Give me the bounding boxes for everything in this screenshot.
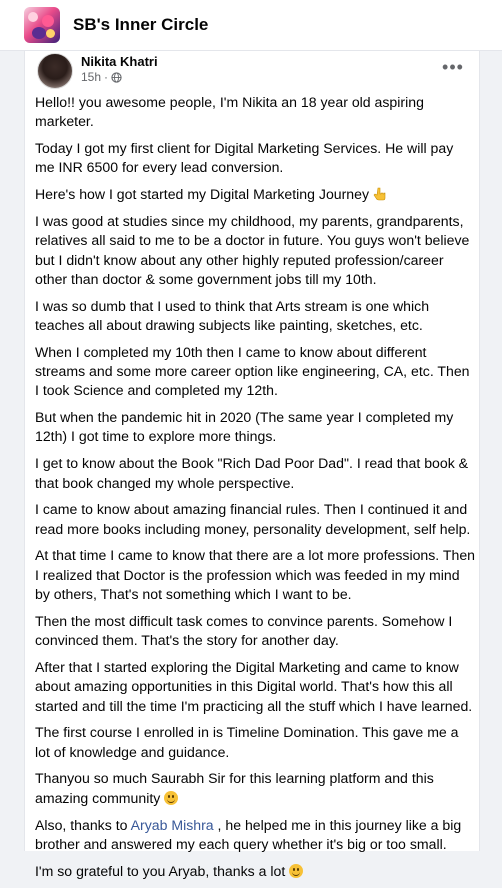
post-header: Nikita Khatri 15h · ••• (37, 53, 467, 89)
post-paragraph: The first course I enrolled in is Timeli… (35, 724, 459, 760)
post-paragraph: I came to know about amazing financial r… (35, 501, 471, 537)
post-time[interactable]: 15h (81, 70, 101, 84)
smiling-face-icon (164, 790, 179, 805)
post-paragraph: I was so dumb that I used to think that … (35, 297, 430, 333)
post-paragraph: I get to know about the Book "Rich Dad P… (35, 455, 469, 491)
globe-icon (111, 71, 122, 83)
group-header: SB's Inner Circle (0, 0, 502, 51)
post-paragraph: Here's how I got started my Digital Mark… (35, 185, 475, 204)
author-name[interactable]: Nikita Khatri (81, 54, 158, 69)
post-paragraph: I was good at studies since my childhood… (35, 212, 470, 287)
post-paragraph: But when the pandemic hit in 2020 (The s… (35, 409, 454, 445)
post-paragraph: Today I got my first client for Digital … (35, 140, 454, 176)
more-options-button[interactable]: ••• (439, 57, 467, 77)
pointing-down-hand-icon (373, 187, 386, 201)
post-paragraph: After that I started exploring the Digit… (35, 658, 473, 714)
post-paragraph: Then the most difficult task comes to co… (35, 612, 453, 649)
post-paragraph: Also, thanks to Aryab Mishra , he helped… (35, 816, 462, 852)
post-body: Hello!! you awesome people, I'm Nikita a… (35, 93, 475, 888)
more-options-icon: ••• (442, 56, 464, 77)
post-paragraph: Thanyou so much Saurabh Sir for this lea… (35, 770, 434, 806)
post-paragraph: At that time I came to know that there a… (35, 547, 475, 603)
smiling-face-icon (289, 863, 304, 878)
post-paragraph: I'm so grateful to you Aryab, thanks a l… (35, 862, 475, 881)
post-card: Nikita Khatri 15h · ••• Hello!! you awes… (24, 51, 480, 879)
group-avatar[interactable] (24, 7, 60, 43)
group-title[interactable]: SB's Inner Circle (73, 15, 208, 35)
post-paragraph: Hello!! you awesome people, I'm Nikita a… (35, 94, 424, 130)
author-avatar[interactable] (37, 53, 73, 89)
post-meta: 15h · (81, 70, 122, 84)
mention-link[interactable]: Aryab Mishra (131, 817, 214, 833)
post-paragraph: When I completed my 10th then I came to … (35, 343, 470, 399)
